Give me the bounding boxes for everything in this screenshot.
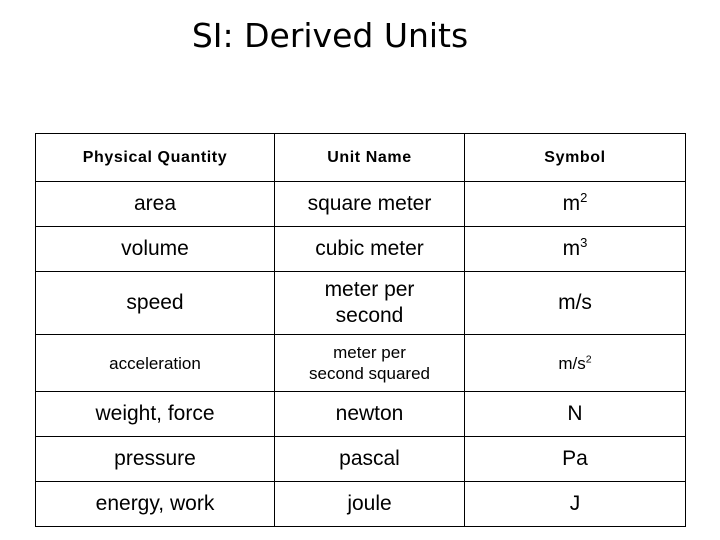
cell-unit-name: meter per second [274, 271, 465, 335]
page-title: SI: Derived Units [191, 16, 469, 55]
unit-name-line: meter per [324, 278, 415, 301]
cell-physical-quantity: weight, force [35, 391, 275, 437]
unit-name-line: pascal [339, 447, 400, 470]
table-row: energy, work joule J [35, 481, 686, 527]
column-header-unit-name: Unit Name [274, 133, 465, 182]
cell-symbol: N [464, 391, 686, 437]
cell-symbol: m/s2 [464, 334, 686, 392]
slide-canvas: SI: Derived Units Physical Quantity Unit… [0, 0, 720, 540]
symbol-base: m/s [558, 353, 586, 373]
unit-name-line: square meter [307, 192, 432, 215]
unit-name-line: second [335, 304, 404, 327]
cell-symbol: m3 [464, 226, 686, 272]
table-row: volume cubic meter m3 [35, 226, 686, 272]
unit-name-line: meter per [333, 343, 406, 362]
cell-unit-name: newton [274, 391, 465, 437]
table-header: Physical Quantity Unit Name Symbol [35, 133, 686, 182]
cell-unit-name: pascal [274, 436, 465, 482]
table-row: acceleration meter per second squared m/s2 [35, 334, 686, 392]
table-header-row: Physical Quantity Unit Name Symbol [35, 133, 686, 182]
column-header-physical-quantity: Physical Quantity [35, 133, 275, 182]
cell-symbol: m2 [464, 181, 686, 227]
cell-unit-name: cubic meter [274, 226, 465, 272]
derived-units-table: Physical Quantity Unit Name Symbol area s… [35, 133, 686, 527]
table-row: weight, force newton N [35, 391, 686, 437]
cell-physical-quantity: volume [35, 226, 275, 272]
symbol-base: m [562, 192, 581, 215]
cell-physical-quantity: energy, work [35, 481, 275, 527]
symbol-exponent: 2 [580, 190, 588, 205]
cell-symbol: Pa [464, 436, 686, 482]
symbol-exponent: 3 [580, 235, 588, 250]
unit-name-line: joule [347, 492, 392, 515]
cell-symbol: m/s [464, 271, 686, 335]
table-body: area square meter m2 volume cubic meter m3 spe… [35, 181, 686, 527]
table-row: speed meter per second m/s [35, 271, 686, 335]
cell-physical-quantity: speed [35, 271, 275, 335]
cell-physical-quantity: area [35, 181, 275, 227]
table-row: pressure pascal Pa [35, 436, 686, 482]
symbol-base: m [562, 237, 581, 260]
symbol-exponent: 2 [585, 352, 592, 365]
cell-physical-quantity: acceleration [35, 334, 275, 392]
unit-name-line: newton [335, 402, 404, 425]
cell-unit-name: joule [274, 481, 465, 527]
cell-symbol: J [464, 481, 686, 527]
unit-name-line: cubic meter [315, 237, 424, 260]
derived-units-table-container: Physical Quantity Unit Name Symbol area s… [35, 133, 686, 527]
column-header-symbol: Symbol [464, 133, 686, 182]
cell-unit-name: meter per second squared [274, 334, 465, 392]
unit-name-line: second squared [309, 364, 430, 383]
table-row: area square meter m2 [35, 181, 686, 227]
cell-physical-quantity: pressure [35, 436, 275, 482]
cell-unit-name: square meter [274, 181, 465, 227]
